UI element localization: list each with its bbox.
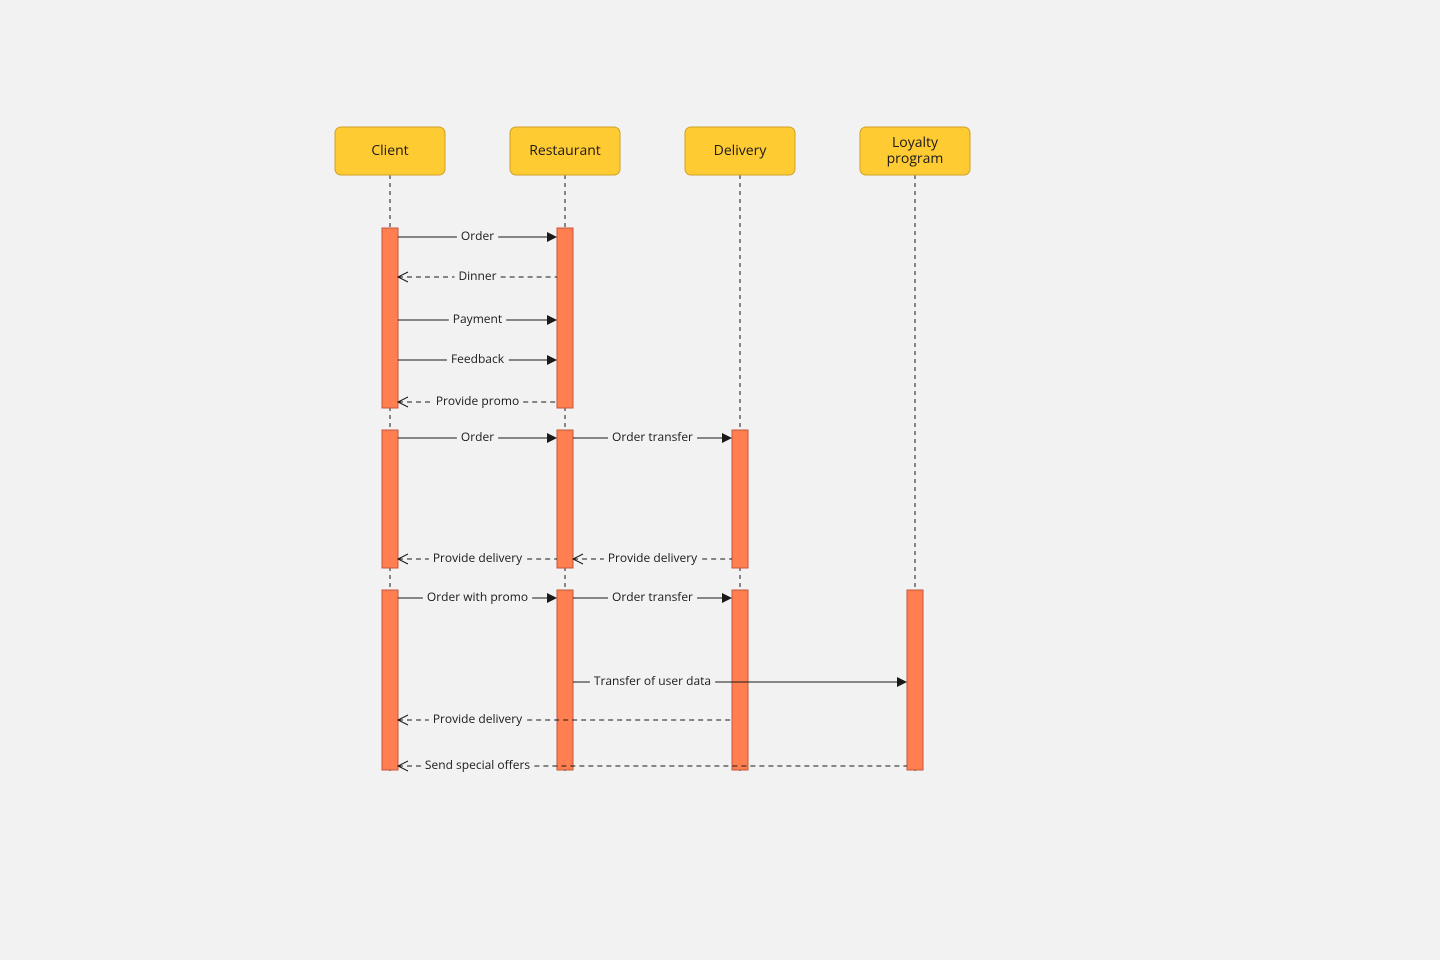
message-arrow-11	[897, 677, 907, 687]
message-label-4: Provide promo	[436, 392, 519, 409]
message-label-1: Dinner	[458, 267, 496, 284]
message-arrow-5	[547, 433, 557, 443]
message-label-11: Transfer of user data	[594, 672, 711, 689]
message-label-9: Order with promo	[427, 588, 528, 605]
message-label-2: Payment	[453, 310, 502, 327]
message-arrow-3	[547, 355, 557, 365]
message-label-5: Order	[461, 428, 494, 445]
activation-delivery-4	[732, 430, 748, 568]
activation-loyalty-8	[907, 590, 923, 770]
message-label-8: Provide delivery	[433, 549, 523, 566]
message-arrow-10	[722, 593, 732, 603]
message-label-7: Provide delivery	[608, 549, 698, 566]
message-label-6: Order transfer	[612, 428, 693, 445]
activation-client-0	[382, 228, 398, 408]
message-arrow-6	[722, 433, 732, 443]
actor-label-client: Client	[371, 141, 408, 160]
activation-restaurant-3	[557, 430, 573, 568]
message-label-0: Order	[461, 227, 494, 244]
actor-label-restaurant: Restaurant	[529, 141, 601, 160]
sequence-diagram: ClientRestaurantDeliveryLoyaltyprogramOr…	[0, 0, 1440, 960]
message-arrow-0	[547, 232, 557, 242]
message-label-3: Feedback	[451, 350, 505, 367]
message-arrow-2	[547, 315, 557, 325]
activation-restaurant-1	[557, 228, 573, 408]
message-label-13: Send special offers	[425, 756, 530, 773]
activation-delivery-7	[732, 590, 748, 770]
message-arrow-9	[547, 593, 557, 603]
message-label-12: Provide delivery	[433, 710, 523, 727]
activation-restaurant-6	[557, 590, 573, 770]
message-label-10: Order transfer	[612, 588, 693, 605]
actor-label-delivery: Delivery	[714, 141, 768, 160]
activation-client-5	[382, 590, 398, 770]
activation-client-2	[382, 430, 398, 568]
actor-label-loyalty: program	[887, 149, 944, 168]
